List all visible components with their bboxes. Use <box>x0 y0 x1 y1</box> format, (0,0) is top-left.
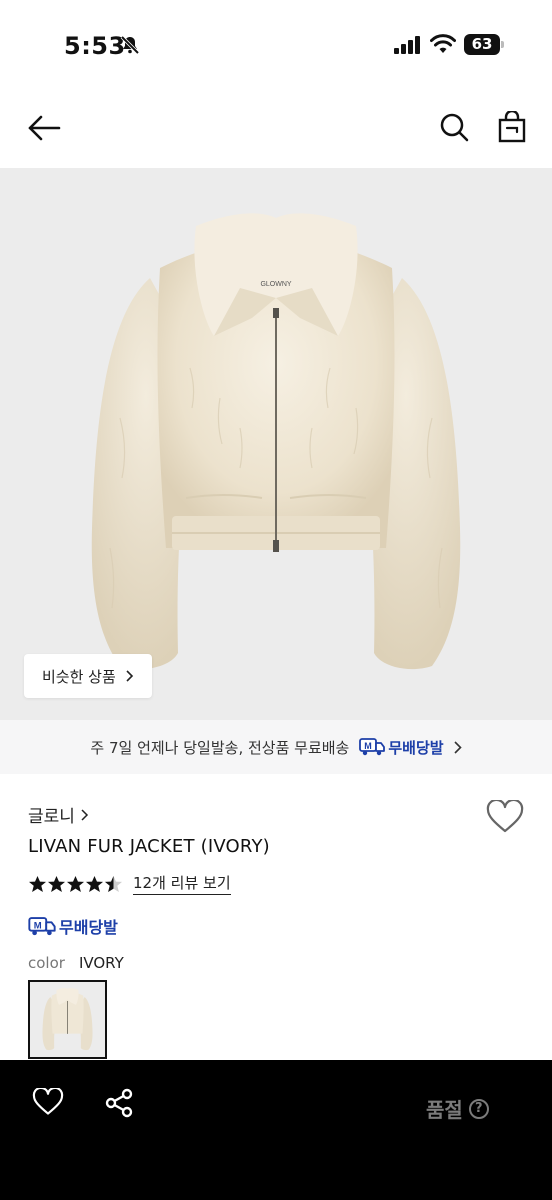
delivery-truck-icon: M <box>28 916 56 935</box>
search-button[interactable] <box>434 106 474 148</box>
sold-out-label: 품절 <box>426 1098 463 1122</box>
share-icon <box>105 1088 133 1118</box>
garment-tag: GLOWNY <box>260 281 291 288</box>
bottom-action-bar: 품절 ? <box>0 1060 552 1200</box>
heart-icon <box>486 798 524 833</box>
fur-jacket-thumbnail <box>30 982 105 1057</box>
brand-link[interactable]: 글로니 <box>28 802 89 827</box>
delivery-truck-icon: M <box>359 738 386 756</box>
svg-text:M: M <box>34 920 42 931</box>
star-filled-icon <box>47 875 66 892</box>
review-link[interactable]: 12개 리뷰 보기 <box>133 872 231 895</box>
color-swatch-ivory[interactable] <box>28 980 107 1059</box>
shipping-banner-text: 주 7일 언제나 당일발송, 전상품 무료배송 <box>90 738 350 757</box>
star-filled-icon <box>28 875 47 892</box>
chevron-right-icon <box>126 670 133 682</box>
question-circle-icon[interactable]: ? <box>468 1098 489 1119</box>
fur-jacket-image: GLOWNY <box>91 213 461 670</box>
similar-products-button[interactable]: 비슷한 상품 <box>24 654 152 698</box>
arrow-left-icon <box>28 115 61 141</box>
product-name: LIVAN FUR JACKET (IVORY) <box>28 836 270 857</box>
share-button[interactable] <box>104 1088 144 1128</box>
color-row: color IVORY <box>28 954 124 972</box>
free-shipping-label: 무배당발 <box>59 918 118 937</box>
back-button[interactable] <box>22 108 66 148</box>
star-filled-icon <box>66 875 85 892</box>
app-header <box>0 88 552 168</box>
wifi-icon <box>430 34 456 58</box>
chevron-right-icon <box>454 740 462 754</box>
free-shipping-badge: M 무배당발 <box>359 737 444 758</box>
heart-icon <box>32 1086 64 1115</box>
sold-out-status: 품절 ? <box>426 1094 489 1123</box>
cellular-signal-icon <box>394 36 422 58</box>
shopping-bag-icon <box>498 111 526 143</box>
search-icon <box>440 113 469 142</box>
wishlist-button[interactable] <box>486 798 524 836</box>
color-value: IVORY <box>78 954 124 972</box>
battery-indicator: 63 <box>464 34 504 55</box>
silent-bell-icon <box>120 35 140 55</box>
chevron-right-icon <box>81 808 88 821</box>
rating-stars <box>28 875 123 893</box>
color-label: color <box>28 954 65 972</box>
brand-name: 글로니 <box>28 807 75 827</box>
status-time: 5:53 <box>64 32 126 60</box>
bottom-wishlist-button[interactable] <box>32 1086 72 1128</box>
free-shipping-badge: M 무배당발 <box>28 914 118 938</box>
star-filled-icon <box>85 875 104 892</box>
battery-level: 63 <box>471 35 493 53</box>
shopping-bag-button[interactable] <box>492 106 532 148</box>
similar-products-label: 비슷한 상품 <box>42 667 116 686</box>
free-shipping-badge-label: 무배당발 <box>388 738 444 757</box>
star-half-icon <box>104 875 123 892</box>
status-bar: 5:53 63 <box>0 0 552 88</box>
rating-row: 12개 리뷰 보기 <box>28 872 231 895</box>
svg-text:M: M <box>365 741 373 751</box>
product-image[interactable]: GLOWNY 비슷한 상품 <box>0 168 552 720</box>
shipping-banner[interactable]: 주 7일 언제나 당일발송, 전상품 무료배송 M 무배당발 <box>0 720 552 774</box>
